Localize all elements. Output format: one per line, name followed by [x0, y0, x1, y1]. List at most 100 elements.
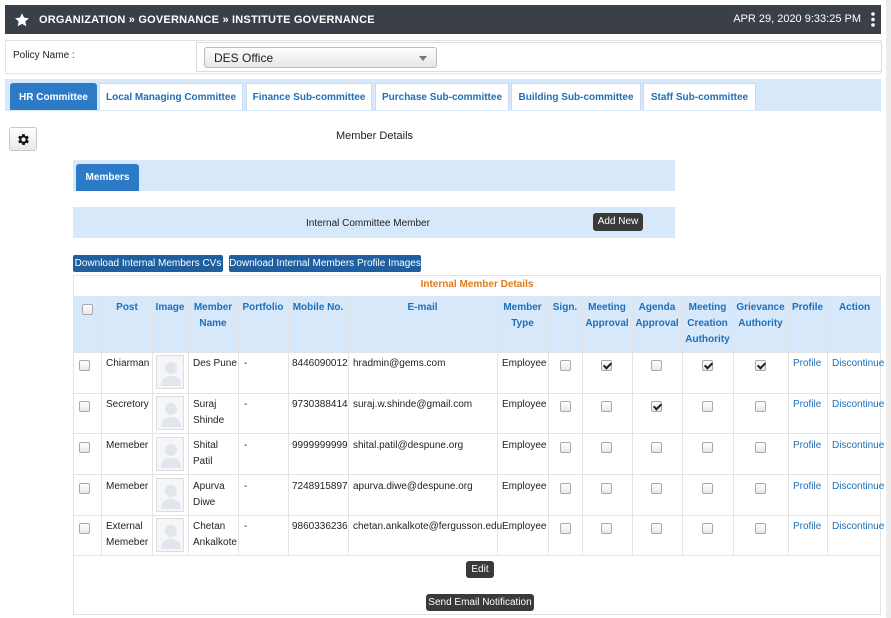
profile-link[interactable]: Profile [793, 397, 821, 413]
row-select-checkbox[interactable] [79, 442, 90, 453]
policy-name-select[interactable]: DES Office [204, 47, 437, 68]
grievance-authority-checkbox[interactable] [755, 360, 766, 371]
header-email: E-mail [407, 302, 438, 313]
profile-link[interactable]: Profile [793, 519, 821, 535]
cell-member-name: Des Pune [193, 358, 237, 369]
header-portfolio: Portfolio [242, 302, 284, 313]
header-action: Action [838, 302, 871, 313]
star-icon[interactable] [14, 12, 30, 28]
top-bar: ORGANIZATION » GOVERNANCE » INSTITUTE GO… [5, 5, 881, 34]
row-divider [74, 433, 881, 434]
meeting-approval-checkbox[interactable] [601, 483, 612, 494]
meeting-creation-checkbox[interactable] [702, 523, 713, 534]
row-divider [74, 474, 881, 475]
sign-checkbox[interactable] [560, 483, 571, 494]
members-tab-bar [73, 160, 675, 191]
user-placeholder-icon [161, 485, 181, 509]
discontinue-link[interactable]: Discontinue [832, 397, 884, 413]
row-select-checkbox[interactable] [79, 360, 90, 371]
cell-portfolio: - [244, 399, 248, 410]
settings-button[interactable] [9, 127, 37, 151]
tab-building-sub-committee[interactable]: Building Sub-committee [511, 83, 641, 110]
row-select-checkbox[interactable] [79, 523, 90, 534]
meeting-creation-checkbox[interactable] [702, 442, 713, 453]
cell-portfolio: - [244, 481, 248, 492]
cell-post: Secretory [106, 399, 149, 410]
column-divider [497, 296, 498, 555]
kebab-menu-icon[interactable] [871, 12, 875, 27]
sign-checkbox[interactable] [560, 401, 571, 412]
meeting-creation-checkbox[interactable] [702, 483, 713, 494]
discontinue-link[interactable]: Discontinue [832, 479, 884, 495]
discontinue-link[interactable]: Discontinue [832, 356, 884, 372]
meeting-approval-checkbox[interactable] [601, 442, 612, 453]
column-divider [238, 296, 239, 555]
grievance-authority-checkbox[interactable] [755, 483, 766, 494]
cell-post: Memeber [106, 481, 149, 492]
row-select-checkbox[interactable] [79, 401, 90, 412]
member-avatar [156, 355, 184, 389]
grievance-authority-checkbox[interactable] [755, 442, 766, 453]
select-all-checkbox[interactable] [82, 304, 93, 315]
profile-link[interactable]: Profile [793, 356, 821, 372]
send-email-notification-button[interactable]: Send Email Notification [426, 594, 534, 611]
meeting-creation-checkbox[interactable] [702, 360, 713, 371]
cell-member-type: Employee [502, 440, 547, 451]
column-divider [582, 296, 583, 555]
column-divider [733, 296, 734, 555]
row-select-checkbox[interactable] [79, 483, 90, 494]
tab-staff-sub-committee[interactable]: Staff Sub-committee [643, 83, 756, 110]
meeting-approval-checkbox[interactable] [601, 360, 612, 371]
discontinue-link[interactable]: Discontinue [832, 519, 884, 535]
download-cvs-button[interactable]: Download Internal Members CVs [73, 255, 223, 272]
member-avatar [156, 478, 184, 512]
column-divider [632, 296, 633, 555]
agenda-approval-checkbox[interactable] [651, 442, 662, 453]
user-placeholder-icon [161, 444, 181, 468]
grievance-authority-checkbox[interactable] [755, 401, 766, 412]
row-divider [74, 352, 881, 353]
cell-mobile: 8446090012 [292, 358, 348, 369]
sign-checkbox[interactable] [560, 523, 571, 534]
edit-button[interactable]: Edit [466, 561, 494, 578]
cell-portfolio: - [244, 521, 248, 532]
agenda-approval-checkbox[interactable] [651, 483, 662, 494]
profile-link[interactable]: Profile [793, 479, 821, 495]
discontinue-link[interactable]: Discontinue [832, 438, 884, 454]
tab-hr-committee[interactable]: HR Committee [10, 83, 97, 110]
cell-mobile: 9860336236 [292, 521, 348, 532]
download-profile-images-button[interactable]: Download Internal Members Profile Images [229, 255, 421, 272]
policy-name-label: Policy Name : [13, 50, 75, 61]
grievance-authority-checkbox[interactable] [755, 523, 766, 534]
column-divider [288, 296, 289, 555]
meeting-approval-checkbox[interactable] [601, 401, 612, 412]
sign-checkbox[interactable] [560, 360, 571, 371]
header-profile: Profile [791, 302, 824, 313]
cell-email: hradmin@gems.com [353, 358, 446, 369]
meeting-approval-checkbox[interactable] [601, 523, 612, 534]
column-divider [548, 296, 549, 555]
tab-purchase-sub-committee[interactable]: Purchase Sub-committee [375, 83, 509, 110]
agenda-approval-checkbox[interactable] [651, 360, 662, 371]
agenda-approval-checkbox[interactable] [651, 401, 662, 412]
column-divider [188, 296, 189, 555]
table-caption: Internal Member Details [420, 279, 534, 290]
tab-finance-sub-committee[interactable]: Finance Sub-committee [246, 83, 372, 110]
column-divider [827, 296, 828, 555]
header-image: Image [155, 302, 185, 313]
agenda-approval-checkbox[interactable] [651, 523, 662, 534]
tab-local-managing-committee[interactable]: Local Managing Committee [99, 83, 243, 110]
meeting-creation-checkbox[interactable] [702, 401, 713, 412]
cell-member-name: Chetan Ankalkote [193, 521, 237, 548]
cell-portfolio: - [244, 358, 248, 369]
profile-link[interactable]: Profile [793, 438, 821, 454]
scrollbar-track[interactable] [886, 0, 891, 618]
gear-icon [18, 134, 29, 145]
sign-checkbox[interactable] [560, 442, 571, 453]
column-divider [152, 296, 153, 555]
add-new-button[interactable]: Add New [593, 213, 643, 231]
header-grievance-authority: Grievance Authority [736, 302, 785, 329]
column-divider [348, 296, 349, 555]
cell-member-type: Employee [502, 358, 547, 369]
tab-members[interactable]: Members [76, 164, 139, 191]
